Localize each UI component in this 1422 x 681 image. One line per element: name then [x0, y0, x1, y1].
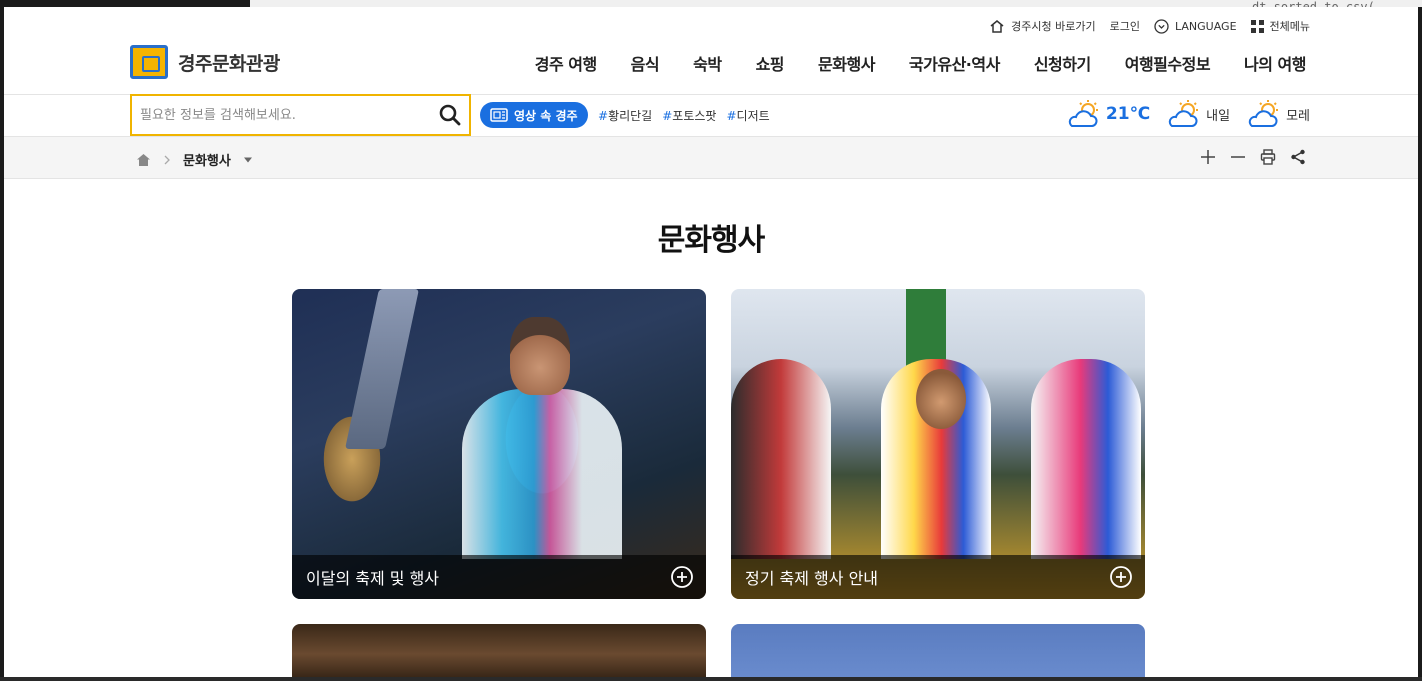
all-menu-label: 전체메뉴 [1269, 20, 1310, 33]
hashtag-item[interactable]: #포토스팟 [662, 107, 716, 124]
utility-bar: 경주시청 바로가기 로그인 LANGUAGE 전체메뉴 [989, 18, 1310, 34]
tomorrow-label: 내일 [1206, 108, 1231, 124]
main-navigation: 경주 여행 음식 숙박 쇼핑 문화행사 국가유산·역사 신청하기 여행필수정보 … [535, 51, 1307, 75]
plus-circle-icon[interactable] [1109, 565, 1133, 589]
plus-circle-icon[interactable] [670, 565, 694, 589]
event-card-monthly-festival[interactable]: 이달의 축제 및 행사 [292, 289, 706, 599]
hashtag-label: 디저트 [736, 109, 770, 123]
card-title: 이달의 축제 및 행사 [306, 569, 440, 588]
card-image-performer-head [510, 317, 570, 395]
nav-item-travel-info[interactable]: 여행필수정보 [1125, 51, 1211, 75]
nav-item-lodging[interactable]: 숙박 [693, 51, 722, 75]
event-card-partial[interactable] [731, 624, 1145, 677]
hashtag-label: 포토스팟 [672, 109, 717, 123]
language-selector[interactable]: LANGUAGE [1154, 18, 1237, 34]
print-button[interactable] [1260, 149, 1276, 165]
weather-widget: 21℃ 내일 모레 [1066, 100, 1310, 128]
chevron-right-icon [164, 155, 170, 164]
caret-down-icon[interactable] [243, 156, 253, 164]
nav-item-gyeongju-travel[interactable]: 경주 여행 [535, 51, 597, 75]
card-image-dancer-left [731, 359, 831, 559]
breadcrumb-bar: 문화행사 [4, 137, 1418, 179]
hashtag-item[interactable]: #황리단길 [598, 107, 652, 124]
breadcrumb-current[interactable]: 문화행사 [183, 150, 231, 169]
partly-cloudy-icon [1168, 100, 1199, 127]
logo-text: 경주문화관광 [178, 52, 280, 75]
nav-item-heritage-history[interactable]: 국가유산·역사 [909, 51, 1000, 75]
weather-day-after[interactable]: 모레 [1246, 100, 1310, 128]
card-caption: 이달의 축제 및 행사 [292, 555, 706, 599]
nav-item-food[interactable]: 음식 [631, 51, 660, 75]
all-menu-button[interactable]: 전체메뉴 [1250, 18, 1310, 34]
search-icon[interactable] [439, 104, 461, 126]
card-image-performer [462, 389, 622, 559]
video-icon [490, 108, 508, 122]
video-gyeongju-button[interactable]: 영상 속 경주 [480, 102, 588, 128]
grid-icon [1250, 19, 1264, 33]
nav-item-apply[interactable]: 신청하기 [1034, 51, 1091, 75]
nav-item-my-trip[interactable]: 나의 여행 [1244, 51, 1306, 75]
print-icon [1260, 149, 1276, 165]
language-label: LANGUAGE [1175, 19, 1237, 33]
zoom-in-button[interactable] [1200, 149, 1216, 165]
zoom-out-button[interactable] [1230, 149, 1246, 165]
partly-cloudy-icon [1248, 100, 1279, 127]
breadcrumb: 문화행사 [136, 150, 253, 169]
card-caption: 정기 축제 행사 안내 [731, 555, 1145, 599]
background-bottom-edge [0, 677, 1422, 681]
chevron-circle-icon [1154, 18, 1169, 34]
card-image-mask [916, 369, 966, 429]
event-card-partial[interactable] [292, 624, 706, 677]
card-title: 정기 축제 행사 안내 [745, 569, 879, 588]
day-after-label: 모레 [1286, 108, 1310, 124]
city-hall-label: 경주시청 바로가기 [1011, 20, 1096, 33]
page-tools [1200, 149, 1306, 165]
city-hall-link[interactable]: 경주시청 바로가기 [989, 18, 1096, 34]
gyeongju-emblem-icon [130, 45, 168, 79]
hashtag-item[interactable]: #디저트 [726, 107, 769, 124]
browser-viewport: 경주시청 바로가기 로그인 LANGUAGE 전체메뉴 경주문화관광 경주 여행… [4, 7, 1418, 677]
site-logo[interactable]: 경주문화관광 [130, 45, 280, 79]
nav-item-shopping[interactable]: 쇼핑 [756, 51, 785, 75]
home-icon[interactable] [136, 153, 151, 167]
nav-item-culture-events[interactable]: 문화행사 [818, 51, 875, 75]
home-icon [990, 19, 1004, 33]
weather-tomorrow[interactable]: 내일 [1166, 100, 1230, 128]
partly-cloudy-icon [1068, 100, 1098, 127]
hashtag-label: 황리단길 [608, 109, 653, 123]
minus-icon [1231, 156, 1245, 158]
share-button[interactable] [1290, 149, 1306, 165]
card-image-tree [344, 289, 420, 449]
weather-today[interactable]: 21℃ [1066, 100, 1150, 128]
today-temperature: 21℃ [1105, 104, 1151, 124]
hashtag-list: #황리단길 #포토스팟 #디저트 [598, 107, 770, 124]
login-label: 로그인 [1109, 20, 1140, 33]
page-title: 문화행사 [657, 223, 765, 258]
plus-icon [1201, 150, 1215, 164]
share-icon [1291, 149, 1305, 165]
card-image-dancer-right [1031, 359, 1141, 559]
video-button-label: 영상 속 경주 [514, 108, 578, 123]
search-box [130, 94, 471, 136]
search-input[interactable] [140, 107, 439, 123]
event-card-regular-festival[interactable]: 정기 축제 행사 안내 [731, 289, 1145, 599]
login-link[interactable]: 로그인 [1110, 18, 1140, 34]
